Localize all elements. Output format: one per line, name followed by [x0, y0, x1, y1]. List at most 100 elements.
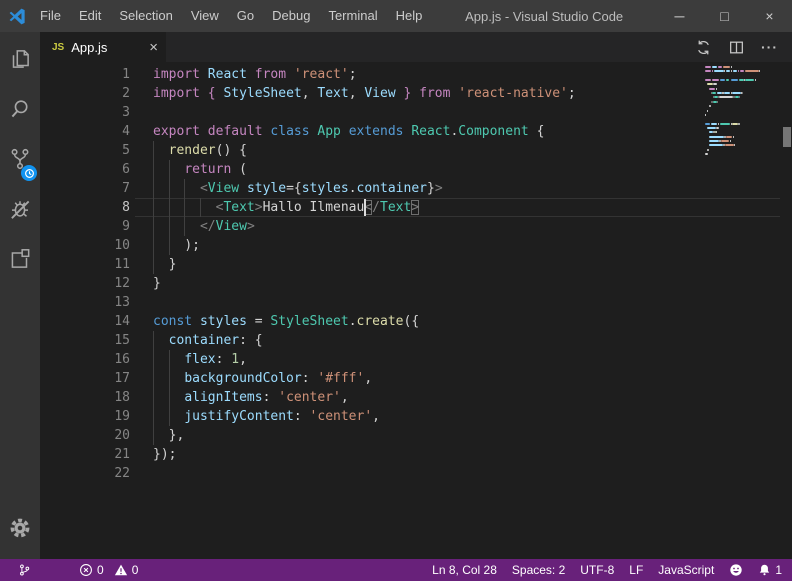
code-line[interactable]: 16 flex: 1,	[40, 350, 792, 369]
code-line[interactable]: 8 <Text>Hallo Ilmenau</Text>	[40, 198, 792, 217]
line-number[interactable]: 16	[40, 350, 130, 369]
status-language-mode-text: JavaScript	[658, 563, 714, 577]
code-line[interactable]: 19 justifyContent: 'center',	[40, 407, 792, 426]
code-editor[interactable]: 1import React from 'react';2import { Sty…	[40, 62, 792, 559]
status-bar: 00 Ln 8, Col 28 Spaces: 2 UTF-8 LF JavaScrip…	[0, 559, 792, 581]
line-number[interactable]: 5	[40, 141, 130, 160]
code-line[interactable]: 10 );	[40, 236, 792, 255]
activity-search[interactable]	[0, 86, 40, 136]
scroll-marker[interactable]	[783, 127, 791, 147]
line-number[interactable]: 15	[40, 331, 130, 350]
workbench: JS App.js × ··· 1import React from 'reac…	[0, 32, 792, 559]
status-cursor-position[interactable]: Ln 8, Col 28	[432, 563, 497, 577]
line-number[interactable]: 1	[40, 65, 130, 84]
indent-guide	[184, 217, 185, 236]
indent-guide	[184, 198, 185, 217]
line-number[interactable]: 7	[40, 179, 130, 198]
activity-debug[interactable]	[0, 186, 40, 236]
indent-guide	[153, 198, 154, 217]
code-line[interactable]: 12}	[40, 274, 792, 293]
code-line[interactable]: 1import React from 'react';	[40, 65, 792, 84]
line-number[interactable]: 21	[40, 445, 130, 464]
line-number[interactable]: 10	[40, 236, 130, 255]
tab-label: App.js	[71, 40, 107, 55]
code-line[interactable]: 4export default class App extends React.…	[40, 122, 792, 141]
line-number[interactable]: 6	[40, 160, 130, 179]
status-encoding-text: UTF-8	[580, 563, 614, 577]
status-warnings[interactable]: 0	[114, 563, 139, 577]
code-line[interactable]: 3	[40, 103, 792, 122]
line-number[interactable]: 8	[40, 198, 130, 217]
activity-extensions[interactable]	[0, 236, 40, 286]
code-line[interactable]: 11 }	[40, 255, 792, 274]
text-cursor	[364, 199, 366, 216]
line-number[interactable]: 12	[40, 274, 130, 293]
minimize-button[interactable]: ─	[657, 0, 702, 32]
line-number[interactable]: 13	[40, 293, 130, 312]
line-number[interactable]: 20	[40, 426, 130, 445]
split-editor-button[interactable]	[728, 39, 745, 56]
activity-explorer[interactable]	[0, 36, 40, 86]
maximize-button[interactable]: □	[702, 0, 747, 32]
error-icon	[79, 563, 93, 577]
line-number[interactable]: 9	[40, 217, 130, 236]
line-number[interactable]: 3	[40, 103, 130, 122]
activity-bar	[0, 32, 40, 559]
code-line[interactable]: 21});	[40, 445, 792, 464]
close-button[interactable]: ×	[747, 0, 792, 32]
code-line[interactable]: 7 <View style={styles.container}>	[40, 179, 792, 198]
clock-badge-icon	[21, 165, 37, 181]
status-indentation[interactable]: Spaces: 2	[512, 563, 565, 577]
menu-file[interactable]: File	[31, 0, 70, 32]
code-line[interactable]: 9 </View>	[40, 217, 792, 236]
status-notifications[interactable]: 1	[758, 563, 782, 577]
code-line[interactable]: 2import { StyleSheet, Text, View } from …	[40, 84, 792, 103]
activity-source-control[interactable]	[0, 136, 40, 186]
menu-selection[interactable]: Selection	[110, 0, 181, 32]
indent-guide	[153, 255, 154, 274]
code-line[interactable]: 13	[40, 293, 792, 312]
status-eol[interactable]: LF	[629, 563, 643, 577]
menu-view[interactable]: View	[182, 0, 228, 32]
line-number[interactable]: 11	[40, 255, 130, 274]
code-line[interactable]: 6 return (	[40, 160, 792, 179]
current-line-highlight	[135, 198, 780, 217]
minimap[interactable]	[701, 64, 763, 174]
menu-terminal[interactable]: Terminal	[319, 0, 386, 32]
more-actions-button[interactable]: ···	[761, 42, 778, 52]
status-language-mode[interactable]: JavaScript	[658, 563, 714, 577]
line-number[interactable]: 19	[40, 407, 130, 426]
open-changes-button[interactable]	[695, 39, 712, 56]
indent-guide	[169, 407, 170, 426]
tab-close-icon[interactable]: ×	[149, 40, 158, 55]
search-icon	[7, 96, 33, 127]
line-number[interactable]: 2	[40, 84, 130, 103]
code-text: }	[40, 274, 792, 293]
line-number[interactable]: 22	[40, 464, 130, 483]
activity-settings[interactable]	[0, 505, 40, 555]
code-line[interactable]: 15 container: {	[40, 331, 792, 350]
status-feedback[interactable]	[729, 563, 743, 577]
tab-appjs[interactable]: JS App.js ×	[40, 32, 166, 62]
menu-edit[interactable]: Edit	[70, 0, 110, 32]
line-number[interactable]: 4	[40, 122, 130, 141]
code-line[interactable]: 17 backgroundColor: '#fff',	[40, 369, 792, 388]
code-line[interactable]: 5 render() {	[40, 141, 792, 160]
menu-help[interactable]: Help	[387, 0, 432, 32]
code-line[interactable]: 14const styles = StyleSheet.create({	[40, 312, 792, 331]
line-number[interactable]: 18	[40, 388, 130, 407]
code-line[interactable]: 22	[40, 464, 792, 483]
warning-icon	[114, 563, 128, 577]
indent-guide	[153, 141, 154, 160]
status-git-branch[interactable]	[18, 563, 31, 577]
line-number[interactable]: 17	[40, 369, 130, 388]
code-line[interactable]: 18 alignItems: 'center',	[40, 388, 792, 407]
overview-ruler[interactable]	[782, 62, 792, 559]
status-encoding[interactable]: UTF-8	[580, 563, 614, 577]
menu-go[interactable]: Go	[228, 0, 263, 32]
menu-debug[interactable]: Debug	[263, 0, 319, 32]
status-errors[interactable]: 0	[79, 563, 104, 577]
javascript-file-icon: JS	[52, 42, 64, 53]
code-line[interactable]: 20 },	[40, 426, 792, 445]
line-number[interactable]: 14	[40, 312, 130, 331]
